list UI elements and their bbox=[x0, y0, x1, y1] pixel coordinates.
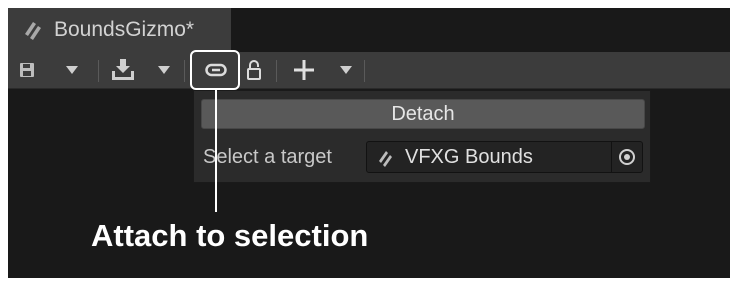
toolbar bbox=[8, 52, 730, 89]
save-button[interactable] bbox=[16, 52, 38, 88]
save-icon bbox=[20, 63, 34, 77]
dropdown-arrow-icon bbox=[66, 66, 78, 74]
callout-line bbox=[215, 90, 217, 212]
lock-icon bbox=[247, 60, 261, 80]
target-value: VFXG Bounds bbox=[405, 146, 533, 168]
toolbar-separator bbox=[184, 60, 185, 82]
toolbar-separator bbox=[364, 60, 365, 82]
attach-popup: Detach Select a target VFXG Bounds bbox=[193, 90, 651, 183]
import-icon bbox=[112, 59, 134, 80]
add-dropdown-button[interactable] bbox=[334, 52, 358, 88]
lock-button[interactable] bbox=[242, 52, 266, 88]
import-dropdown-button[interactable] bbox=[152, 52, 176, 88]
add-button[interactable] bbox=[290, 52, 318, 88]
target-label: Select a target bbox=[203, 146, 332, 168]
target-object-field[interactable]: VFXG Bounds bbox=[366, 141, 643, 173]
window-tab[interactable]: BoundsGizmo* bbox=[8, 8, 231, 52]
toolbar-separator bbox=[98, 60, 99, 82]
detach-button[interactable]: Detach bbox=[201, 99, 645, 129]
save-dropdown-button[interactable] bbox=[60, 52, 84, 88]
vfx-graph-icon bbox=[379, 151, 392, 167]
plus-icon bbox=[294, 60, 314, 80]
dropdown-arrow-icon bbox=[158, 66, 170, 74]
target-picker-icon bbox=[619, 149, 635, 165]
toolbar-separator bbox=[276, 60, 277, 82]
callout-highlight-box bbox=[190, 50, 240, 90]
dropdown-arrow-icon bbox=[340, 66, 352, 74]
vfx-graph-icon bbox=[25, 22, 41, 40]
import-button[interactable] bbox=[108, 52, 138, 88]
tab-title: BoundsGizmo* bbox=[54, 18, 195, 41]
callout-caption: Attach to selection bbox=[91, 218, 369, 253]
object-picker-button[interactable] bbox=[611, 142, 642, 172]
